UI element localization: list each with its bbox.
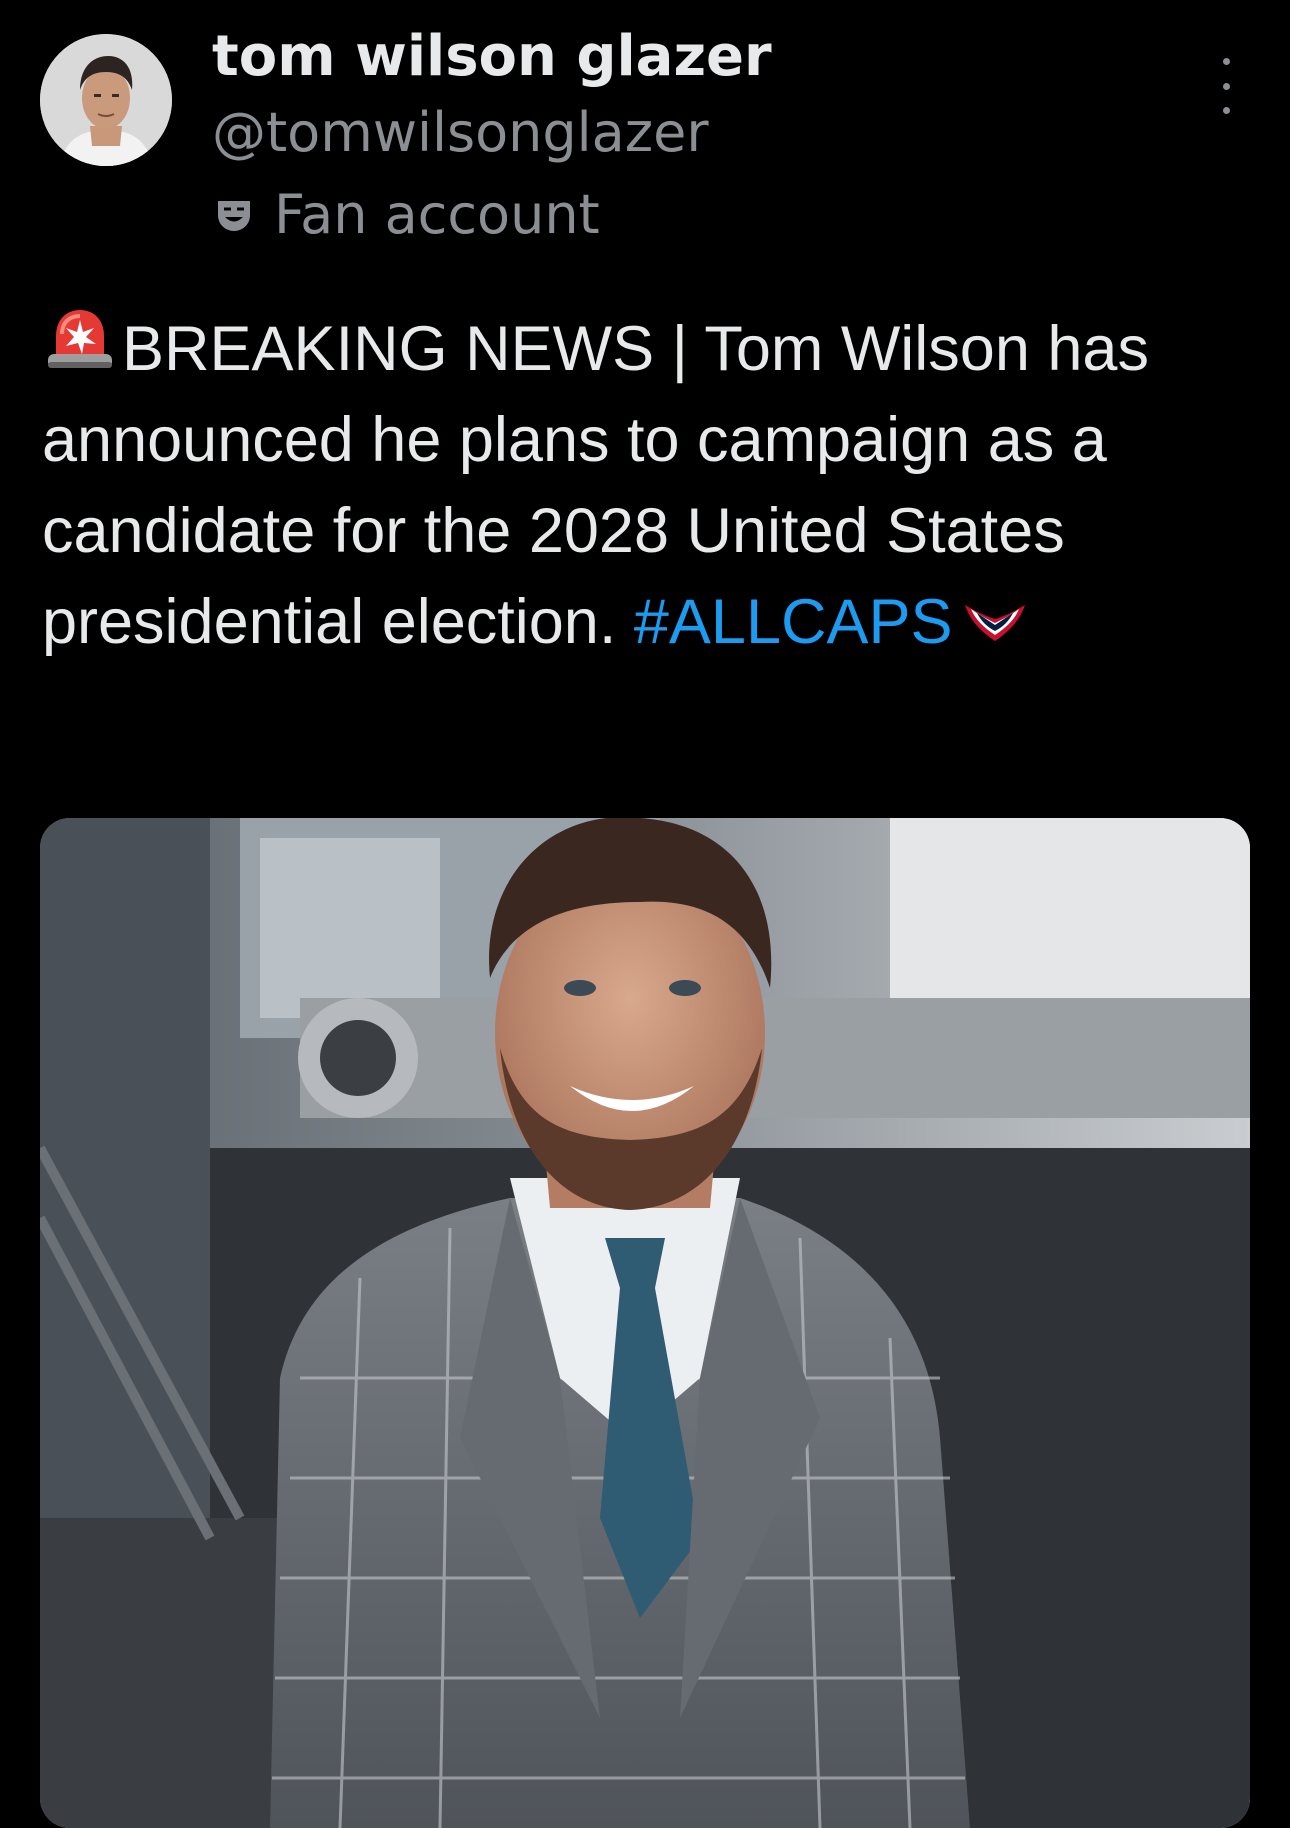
- more-vertical-icon: [1222, 58, 1230, 65]
- capitals-logo-icon: [964, 605, 1025, 641]
- user-handle[interactable]: @tomwilsonglazer: [212, 100, 709, 166]
- avatar[interactable]: [40, 34, 172, 166]
- more-options-button[interactable]: [1206, 58, 1246, 114]
- more-dot: [1222, 82, 1230, 90]
- masks-icon: [218, 201, 250, 231]
- police-light-icon: [48, 310, 112, 368]
- more-dot: [1222, 107, 1230, 114]
- tweet[interactable]: tom wilson glazer @tomwilsonglazer Fan a…: [0, 0, 1290, 1828]
- tweet-media[interactable]: [40, 818, 1250, 1828]
- photo-man-in-plaid-suit: [40, 818, 1250, 1828]
- tweet-text: BREAKING NEWS | Tom Wilson has announced…: [42, 300, 1252, 668]
- badge-label: Fan account: [274, 183, 600, 246]
- tweet-text-line-1: BREAKING NEWS | Tom Wilson: [122, 314, 1030, 384]
- account-label[interactable]: Fan account: [212, 182, 600, 248]
- display-name[interactable]: tom wilson glazer: [212, 22, 772, 92]
- hashtag-link[interactable]: #ALLCAPS: [634, 587, 953, 657]
- avatar-image: [40, 34, 172, 166]
